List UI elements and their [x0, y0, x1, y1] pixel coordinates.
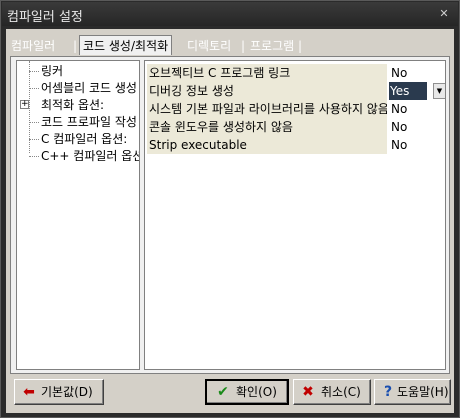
tree-connector [29, 156, 39, 157]
tree-connector [29, 71, 39, 72]
property-name: 오브젝티브 C 프로그램 링크 [147, 64, 387, 82]
red-arrow-left-icon: ⬅ [23, 384, 35, 400]
property-row[interactable]: Strip executable No [145, 136, 445, 154]
tree-connector [29, 122, 39, 123]
tab-separator: | [73, 39, 78, 53]
property-name: 디버깅 정보 생성 [147, 82, 387, 100]
tab-bar: 컴파일러 | 코드 생성/최적화 디렉토리 | 프로그램 | [6, 35, 454, 57]
tab-programs[interactable]: 프로그램 [247, 37, 297, 55]
tree-item-label: 최적화 옵션: [41, 98, 105, 112]
property-row[interactable]: 디버깅 정보 생성 Yes ▼ [145, 82, 445, 100]
property-row[interactable]: 시스템 기본 파일과 라이브러리를 사용하지 않음 No [145, 100, 445, 118]
category-tree[interactable]: 링커 어셈블리 코드 생성 + 최적화 옵션: 코드 프로파일 작성 C 컴파일… [16, 60, 140, 370]
window-title: 컴파일러 설정 [7, 10, 83, 25]
cancel-button-label: 취소(C) [321, 385, 361, 399]
dropdown-arrow-icon[interactable]: ▼ [433, 83, 445, 99]
expand-plus-icon[interactable]: + [20, 100, 29, 109]
property-value[interactable]: No [389, 100, 427, 118]
tab-code-generation-optimization[interactable]: 코드 생성/최적화 [79, 35, 173, 55]
blue-question-icon: ? [383, 384, 393, 400]
property-row[interactable]: 오브젝티브 C 프로그램 링크 No [145, 64, 445, 82]
close-icon[interactable]: ✕ [438, 8, 450, 20]
property-grid: 오브젝티브 C 프로그램 링크 No 디버깅 정보 생성 Yes ▼ 시스템 기… [144, 60, 446, 370]
dialog-body: 컴파일러 | 코드 생성/최적화 디렉토리 | 프로그램 | 링커 어셈블리 코… [6, 29, 454, 413]
title-bar[interactable]: 컴파일러 설정 ✕ [2, 2, 458, 26]
tab-content-pane: 링커 어셈블리 코드 생성 + 최적화 옵션: 코드 프로파일 작성 C 컴파일… [10, 56, 450, 374]
compiler-settings-window: 컴파일러 설정 ✕ 컴파일러 | 코드 생성/최적화 디렉토리 | 프로그램 |… [0, 0, 460, 418]
property-name: Strip executable [147, 136, 387, 154]
property-value-selected[interactable]: Yes [389, 82, 427, 100]
tree-connector [29, 88, 39, 89]
tree-item-label: 코드 프로파일 작성 [41, 115, 137, 129]
tab-compiler[interactable]: 컴파일러 [8, 37, 58, 55]
ok-button-label: 확인(O) [236, 385, 277, 399]
property-row[interactable]: 콘솔 윈도우를 생성하지 않음 No [145, 118, 445, 136]
ok-button[interactable]: ✔ 확인(O) [205, 379, 289, 405]
defaults-button[interactable]: ⬅ 기본값(D) [14, 379, 104, 405]
tree-connector [29, 139, 39, 140]
red-x-icon: ✖ [302, 384, 314, 400]
tab-separator: | [241, 39, 246, 53]
tab-directories[interactable]: 디렉토리 [184, 37, 234, 55]
property-name: 시스템 기본 파일과 라이브러리를 사용하지 않음 [147, 100, 387, 118]
tree-item-label: C++ 컴파일러 옵션 [41, 149, 140, 163]
cancel-button[interactable]: ✖ 취소(C) [293, 379, 371, 405]
help-button[interactable]: ? 도움말(H) [374, 379, 451, 405]
green-check-icon: ✔ [217, 384, 229, 400]
help-button-label: 도움말(H) [397, 385, 449, 399]
property-value[interactable]: No [389, 136, 427, 154]
property-name: 콘솔 윈도우를 생성하지 않음 [147, 118, 387, 136]
tree-item-label: C 컴파일러 옵션: [41, 132, 128, 146]
property-value[interactable]: No [389, 118, 427, 136]
property-value[interactable]: No [389, 64, 427, 82]
defaults-button-label: 기본값(D) [41, 385, 93, 399]
tree-item-label: 링커 [41, 64, 64, 78]
tab-separator: | [298, 39, 303, 53]
tree-item-label: 어셈블리 코드 생성 [41, 81, 137, 95]
